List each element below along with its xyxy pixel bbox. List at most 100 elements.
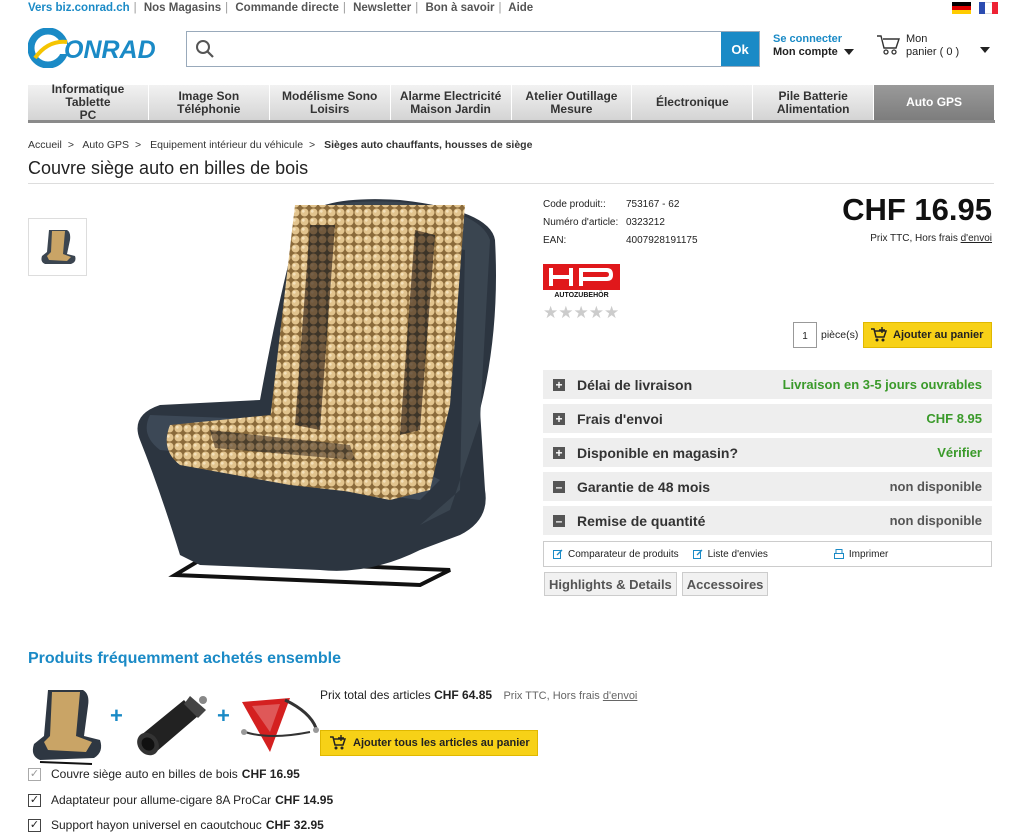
collapse-minus-icon: – bbox=[553, 480, 565, 493]
cart-icon bbox=[877, 35, 900, 55]
fbt-product-image-support[interactable] bbox=[240, 692, 320, 756]
star-icon: ★ bbox=[558, 303, 573, 322]
nav-item-auto-gps[interactable]: Auto GPS bbox=[874, 85, 995, 120]
edit-icon bbox=[553, 549, 563, 559]
cart-icon bbox=[330, 735, 347, 750]
shipping-cost: CHF 8.95 bbox=[926, 411, 982, 426]
expand-plus-icon: + bbox=[553, 446, 565, 459]
printer-icon bbox=[833, 549, 844, 559]
cart-widget[interactable]: Mon panier ( 0 ) bbox=[876, 33, 990, 59]
breadcrumb: Accueil > Auto GPS > Equipement intérieur … bbox=[28, 139, 533, 151]
star-icon: ★ bbox=[543, 303, 558, 322]
fbt-product-image-adapter[interactable] bbox=[132, 690, 212, 762]
breadcrumb-current[interactable]: Sièges auto chauffants, housses de siège bbox=[324, 139, 532, 151]
plus-icon: + bbox=[110, 703, 123, 728]
language-switcher bbox=[952, 2, 998, 14]
delivery-status: Livraison en 3-5 jours ouvrables bbox=[782, 377, 982, 392]
product-thumbnail[interactable] bbox=[28, 218, 87, 276]
category-nav: Informatique Tablette PC Image Son Télépho… bbox=[28, 83, 995, 123]
nav-item-image-sound[interactable]: Image Son Téléphonie bbox=[149, 85, 270, 120]
nav-item-modelling[interactable]: Modélisme Sono Loisirs bbox=[270, 85, 391, 120]
search-input[interactable] bbox=[187, 32, 721, 66]
accordion-shipping-cost[interactable]: + Frais d'envoi CHF 8.95 bbox=[543, 404, 992, 433]
german-flag-icon[interactable] bbox=[952, 2, 971, 14]
link-biz[interactable]: Vers biz.conrad.ch bbox=[28, 2, 130, 14]
link-newsletter[interactable]: Newsletter bbox=[353, 2, 411, 14]
fbt-item: ✓ Support hayon universel en caoutchouc C… bbox=[28, 818, 324, 832]
fbt-product-image-seat[interactable] bbox=[28, 686, 106, 766]
breadcrumb-item[interactable]: Accueil bbox=[28, 139, 62, 151]
checkbox[interactable]: ✓ bbox=[28, 818, 41, 832]
star-icon: ★ bbox=[588, 303, 604, 322]
french-flag-icon[interactable] bbox=[979, 2, 998, 14]
checkbox: ✓ bbox=[28, 767, 41, 781]
nav-item-alarm[interactable]: Alarme Electricité Maison Jardin bbox=[391, 85, 512, 120]
shipping-link[interactable]: d'envoi bbox=[603, 690, 638, 702]
shipping-link[interactable]: d'envoi bbox=[961, 233, 992, 244]
compare-link[interactable]: Comparateur de produits bbox=[553, 549, 679, 560]
search-icon bbox=[196, 40, 214, 58]
search-bar: Ok bbox=[186, 31, 760, 67]
nav-item-computing[interactable]: Informatique Tablette PC bbox=[28, 83, 149, 122]
edit-icon bbox=[692, 549, 703, 559]
conrad-logo[interactable]: ONRAD bbox=[28, 28, 168, 68]
brand-text: AUTOZUBEHÖR bbox=[554, 290, 608, 298]
star-icon: ★ bbox=[573, 303, 589, 322]
search-button[interactable]: Ok bbox=[721, 32, 759, 66]
top-links-bar: Vers biz.conrad.ch | Nos Magasins | Comman… bbox=[28, 2, 534, 14]
expand-plus-icon: + bbox=[553, 412, 565, 425]
link-help[interactable]: Aide bbox=[508, 2, 533, 14]
seat-thumbnail-image bbox=[40, 230, 75, 264]
nav-item-workshop[interactable]: Atelier Outillage Mesure bbox=[512, 85, 633, 120]
link-direct-order[interactable]: Commande directe bbox=[235, 2, 339, 14]
spec-label: Code produit:: bbox=[543, 199, 606, 210]
tab-highlights[interactable]: Highlights & Details bbox=[544, 572, 677, 596]
breadcrumb-item[interactable]: Auto GPS bbox=[82, 139, 129, 151]
nav-item-battery[interactable]: Pile Batterie Alimentation bbox=[753, 85, 875, 120]
quantity-input[interactable]: 1 bbox=[793, 322, 817, 348]
accordion-store-availability[interactable]: + Disponible en magasin? Vérifier bbox=[543, 438, 992, 467]
cart-label: Mon bbox=[906, 33, 928, 45]
print-link[interactable]: Imprimer bbox=[833, 549, 888, 560]
star-icon: ★ bbox=[604, 303, 619, 322]
cart-icon bbox=[871, 327, 888, 342]
product-code: 753167 - 62 bbox=[626, 199, 680, 210]
plus-icon: + bbox=[217, 703, 230, 728]
expand-plus-icon: + bbox=[553, 378, 565, 391]
product-main-image bbox=[137, 199, 496, 588]
breadcrumb-item[interactable]: Equipement intérieur du véhicule bbox=[150, 139, 303, 151]
accordion-warranty[interactable]: – Garantie de 48 mois non disponible bbox=[543, 472, 992, 501]
collapse-minus-icon: – bbox=[553, 514, 565, 527]
login-link[interactable]: Se connecter bbox=[773, 33, 854, 46]
product-tabs: Highlights & Details Accessoires bbox=[544, 572, 769, 596]
divider bbox=[28, 183, 994, 184]
fbt-section-title: Produits fréquemment achetés ensemble bbox=[28, 650, 341, 667]
checkbox[interactable]: ✓ bbox=[28, 793, 41, 807]
price-note: Prix TTC, Hors frais d'envoi bbox=[870, 233, 992, 244]
accordion-delivery-time[interactable]: + Délai de livraison Livraison en 3-5 jo… bbox=[543, 370, 992, 399]
wishlist-link[interactable]: Liste d'envies bbox=[692, 549, 768, 560]
tab-accessories[interactable]: Accessoires bbox=[681, 572, 769, 596]
chevron-down-icon[interactable] bbox=[980, 47, 990, 53]
svg-text:ONRAD: ONRAD bbox=[64, 36, 156, 64]
store-check-link[interactable]: Vérifier bbox=[937, 445, 982, 460]
discount-status: non disponible bbox=[889, 513, 982, 528]
link-stores[interactable]: Nos Magasins bbox=[144, 2, 221, 14]
account-menu[interactable]: Se connecter Mon compte bbox=[773, 33, 854, 59]
quantity-unit-label: pièce(s) bbox=[821, 329, 859, 341]
rating-stars[interactable]: ★ ★ ★ ★ ★ bbox=[543, 303, 619, 323]
page-title: Couvre siège auto en billes de bois bbox=[28, 158, 309, 178]
product-specs: Code produit:: 753167 - 62 Numéro d'artic… bbox=[543, 196, 698, 250]
accordion-quantity-discount[interactable]: – Remise de quantité non disponible bbox=[543, 506, 992, 535]
nav-item-electronics[interactable]: Électronique bbox=[632, 85, 754, 120]
fbt-total-price: CHF 64.85 bbox=[434, 688, 493, 702]
brand-logo[interactable]: AUTOZUBEHÖR bbox=[543, 264, 620, 298]
add-all-to-cart-button[interactable]: Ajouter tous les articles au panier bbox=[320, 730, 538, 756]
chevron-down-icon bbox=[843, 49, 854, 56]
link-good-to-know[interactable]: Bon à savoir bbox=[425, 2, 494, 14]
warranty-status: non disponible bbox=[889, 479, 982, 494]
add-to-cart-button[interactable]: Ajouter au panier bbox=[863, 322, 992, 348]
product-price: CHF 16.95 bbox=[842, 192, 992, 227]
fbt-item: ✓ Adaptateur pour allume-cigare 8A ProCa… bbox=[28, 793, 334, 807]
product-tools: Comparateur de produits Liste d'envies I… bbox=[543, 541, 992, 567]
